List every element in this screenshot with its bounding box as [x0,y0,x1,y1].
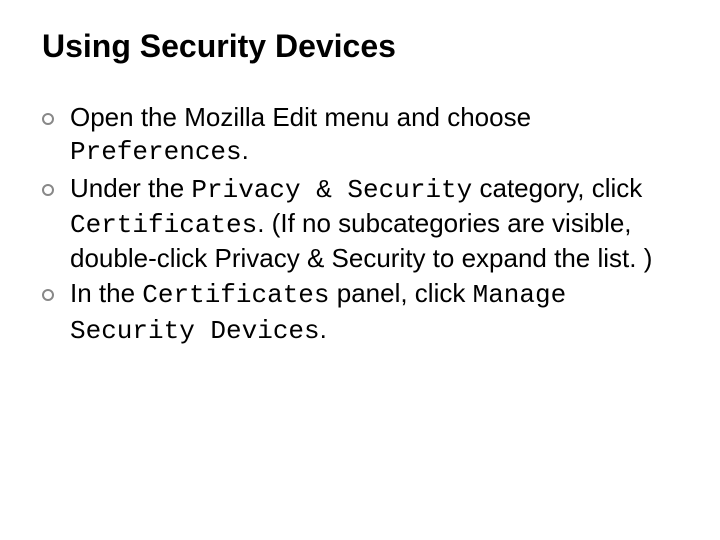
slide-heading: Using Security Devices [42,28,678,65]
list-item: Open the Mozilla Edit menu and choose Pr… [42,101,678,170]
text-segment: panel, click [330,278,473,308]
circle-bullet-icon [42,289,54,301]
bullet-list: Open the Mozilla Edit menu and choose Pr… [42,101,678,348]
list-item: In the Certificates panel, click Manage … [42,277,678,348]
text-segment: Certificates [70,210,257,240]
text-segment: Certificates [142,280,329,310]
text-segment: . [320,314,327,344]
circle-bullet-icon [42,184,54,196]
text-segment: category, click [472,173,642,203]
text-segment: Privacy & Security [191,175,472,205]
circle-bullet-icon [42,113,54,125]
text-segment: In the [70,278,142,308]
text-segment: Preferences [70,137,242,167]
text-segment: Under the [70,173,191,203]
list-item: Under the Privacy & Security category, c… [42,172,678,276]
text-segment: . [242,135,249,165]
text-segment: Open the Mozilla Edit menu and choose [70,102,531,132]
